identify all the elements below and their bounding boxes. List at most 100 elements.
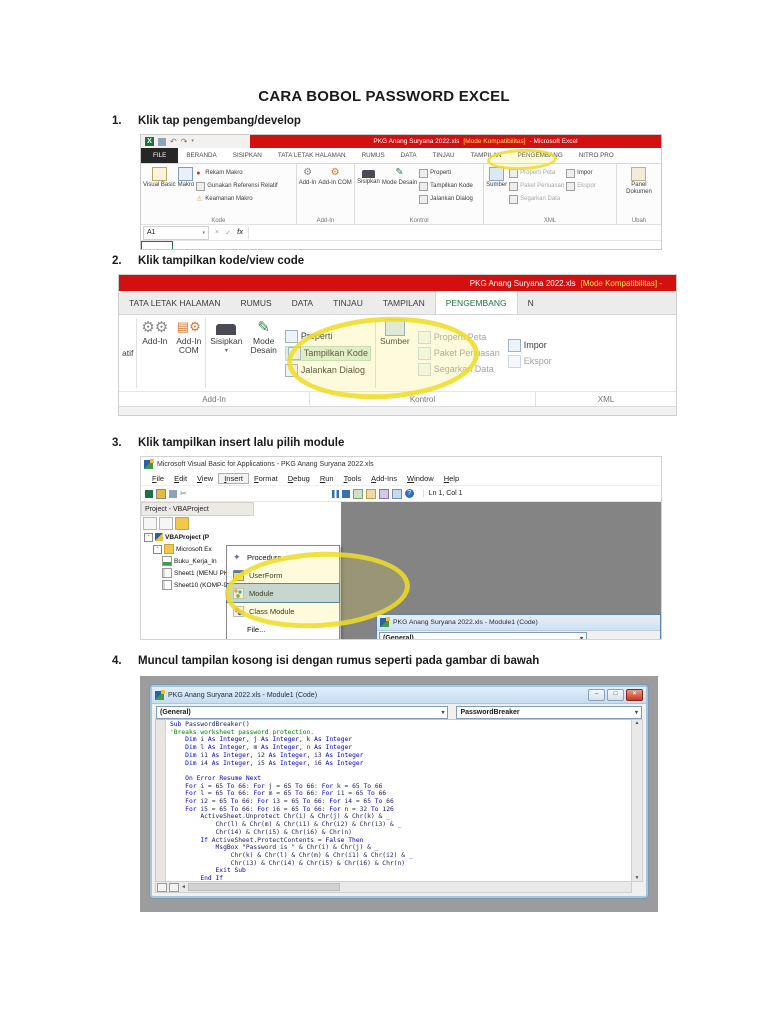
enter-icon[interactable]: ✓ <box>225 229 231 237</box>
panel-dokumen-button[interactable]: Panel Dokumen <box>619 165 659 214</box>
object-dropdown[interactable]: (General) ▾ <box>379 632 587 639</box>
help-icon[interactable]: ? <box>404 489 414 498</box>
keamanan-makro-button[interactable]: ⚠ Keamanan Makro <box>196 193 277 205</box>
stop-icon[interactable] <box>341 489 350 498</box>
design-mode-icon[interactable] <box>352 488 363 499</box>
sumber-button[interactable]: Sumber <box>376 315 414 391</box>
qat-dropdown-icon[interactable]: ▾ <box>191 137 194 146</box>
vertical-scrollbar[interactable]: ▲ ▼ <box>631 719 643 882</box>
toggle-folders-button[interactable] <box>175 517 189 530</box>
segarkan-data-button[interactable]: Segarkan Data <box>417 362 500 376</box>
object-browser-icon[interactable] <box>391 488 402 499</box>
rekam-makro-button[interactable]: ● Rekam Makro <box>196 167 277 179</box>
paket-perluasan-button[interactable]: Paket Perluasan <box>509 180 564 192</box>
addin-button[interactable]: ⚙⚙ Add-In <box>137 315 172 391</box>
properti-peta-button[interactable]: Properti Peta <box>509 167 564 179</box>
undo-icon[interactable]: ↶ <box>170 137 177 146</box>
menubar-item[interactable]: Debug <box>283 474 315 483</box>
selected-cell-a1[interactable] <box>141 241 173 249</box>
menubar-item[interactable]: Add-Ins <box>366 474 402 483</box>
tab-tampilan[interactable]: TAMPILAN <box>373 291 435 314</box>
redo-icon[interactable]: ↷ <box>181 137 188 146</box>
object-dropdown[interactable]: (General) ▾ <box>156 705 449 719</box>
tampilkan-kode-button[interactable]: Tampilkan Kode <box>419 180 473 192</box>
menu-item-module[interactable]: Module <box>226 583 340 603</box>
tab-file[interactable]: FILE <box>141 148 179 163</box>
referensi-relatif-button[interactable]: Gunakan Referensi Relatif <box>196 180 278 192</box>
tab-pengembang[interactable]: PENGEMBANG <box>510 148 571 163</box>
properti-button[interactable]: Properti <box>284 329 371 343</box>
collapse-icon[interactable]: - <box>144 532 153 542</box>
ekspor-button[interactable]: Ekspor <box>566 180 596 192</box>
full-module-view-icon[interactable] <box>169 882 179 892</box>
menubar-item[interactable]: Tools <box>339 474 367 483</box>
name-box[interactable]: A1 ▾ <box>143 225 209 240</box>
properti-peta-button[interactable]: Properti Peta <box>417 330 500 344</box>
pause-icon[interactable] <box>331 489 339 498</box>
menu-item-userform[interactable]: UserForm <box>227 566 339 584</box>
tab-data[interactable]: DATA <box>282 291 323 314</box>
view-code-button[interactable] <box>143 517 157 530</box>
tab-tinjau[interactable]: TINJAU <box>323 291 373 314</box>
jalankan-dialog-button[interactable]: Jalankan Dialog <box>419 193 473 205</box>
tampilkan-kode-button[interactable]: Tampilkan Kode <box>284 345 371 361</box>
properti-button[interactable]: Properti <box>419 167 473 179</box>
scroll-left-icon[interactable]: ◄ <box>181 884 186 890</box>
cut-icon[interactable]: ✂ <box>180 489 187 498</box>
formula-bar[interactable] <box>248 226 661 239</box>
tab-beranda[interactable]: BERANDA <box>178 148 224 163</box>
addin-com-button[interactable]: ⚙ Add-In COM <box>318 165 351 214</box>
menubar-item[interactable]: Edit <box>169 474 192 483</box>
mode-desain-button[interactable]: ✎ Mode Desain <box>382 165 417 214</box>
tab-tata-letak-halaman[interactable]: TATA LETAK HALAMAN <box>270 148 354 163</box>
tab-tata-letak-halaman[interactable]: TATA LETAK HALAMAN <box>119 291 230 314</box>
addin-com-button[interactable]: ▤⚙ Add-In COM <box>172 315 205 391</box>
scrollbar-thumb[interactable] <box>187 883 340 891</box>
menu-item-class-module[interactable]: Class Module <box>227 602 339 620</box>
scroll-up-icon[interactable]: ▲ <box>635 720 640 726</box>
impor-button[interactable]: Impor <box>507 338 552 352</box>
tab-tinjau[interactable]: TINJAU <box>425 148 463 163</box>
visual-basic-button[interactable]: Visual Basic <box>143 165 176 214</box>
tab-tampilan[interactable]: TAMPILAN <box>463 148 510 163</box>
maximize-button[interactable]: □ <box>607 689 624 701</box>
menubar-item[interactable]: Window <box>402 474 439 483</box>
menu-item-file[interactable]: File... <box>227 620 339 638</box>
horizontal-scrollbar[interactable]: ◄ <box>155 881 632 893</box>
view-object-icon[interactable] <box>156 488 166 499</box>
tab-nitro-pro-cut[interactable]: N <box>518 291 544 314</box>
minimize-button[interactable]: – <box>588 689 605 701</box>
tree-item-vbaproject[interactable]: - VBAProject (P <box>144 531 341 543</box>
collapse-icon[interactable]: - <box>153 544 162 554</box>
menubar-item[interactable]: View <box>192 474 218 483</box>
save-icon[interactable] <box>158 137 166 146</box>
makro-button[interactable]: Makro <box>178 165 194 214</box>
jalankan-dialog-button[interactable]: Jalankan Dialog <box>284 363 371 377</box>
tab-sisipkan[interactable]: SISIPKAN <box>225 148 270 163</box>
menubar-item[interactable]: Insert <box>218 473 249 484</box>
tab-nitro-pro[interactable]: NITRO PRO <box>571 148 622 163</box>
save-icon[interactable] <box>169 489 177 498</box>
cancel-icon[interactable]: × <box>215 229 219 236</box>
view-object-button[interactable] <box>159 517 173 530</box>
addin-button[interactable]: ⚙ Add-In <box>299 165 317 214</box>
segarkan-data-button[interactable]: Segarkan Data <box>509 193 564 205</box>
procedure-view-icon[interactable] <box>157 882 167 892</box>
scroll-down-icon[interactable]: ▼ <box>635 875 640 881</box>
close-button[interactable]: × <box>626 689 643 701</box>
menubar-item[interactable]: Help <box>439 474 464 483</box>
ekspor-button[interactable]: Ekspor <box>507 354 552 368</box>
sumber-button[interactable]: Sumber <box>486 165 507 214</box>
menubar-item[interactable]: Format <box>249 474 283 483</box>
tab-pengembang-active[interactable]: PENGEMBANG <box>434 291 518 314</box>
code-editor-area[interactable]: Sub PasswordBreaker() 'Breaks worksheet p… <box>155 719 632 882</box>
sisipkan-button[interactable]: Sisipkan ▾ <box>206 315 246 391</box>
mode-desain-button[interactable]: ✎ Mode Desain <box>246 315 280 391</box>
tab-rumus[interactable]: RUMUS <box>354 148 393 163</box>
project-explorer-icon[interactable] <box>365 488 376 499</box>
paket-perluasan-button[interactable]: Paket Perluasan <box>417 346 500 360</box>
menubar-item[interactable]: File <box>147 474 169 483</box>
impor-button[interactable]: Impor <box>566 167 596 179</box>
menu-item-procedure[interactable]: ✦ Procedure... <box>227 548 339 566</box>
fx-icon[interactable]: fx <box>237 229 243 236</box>
